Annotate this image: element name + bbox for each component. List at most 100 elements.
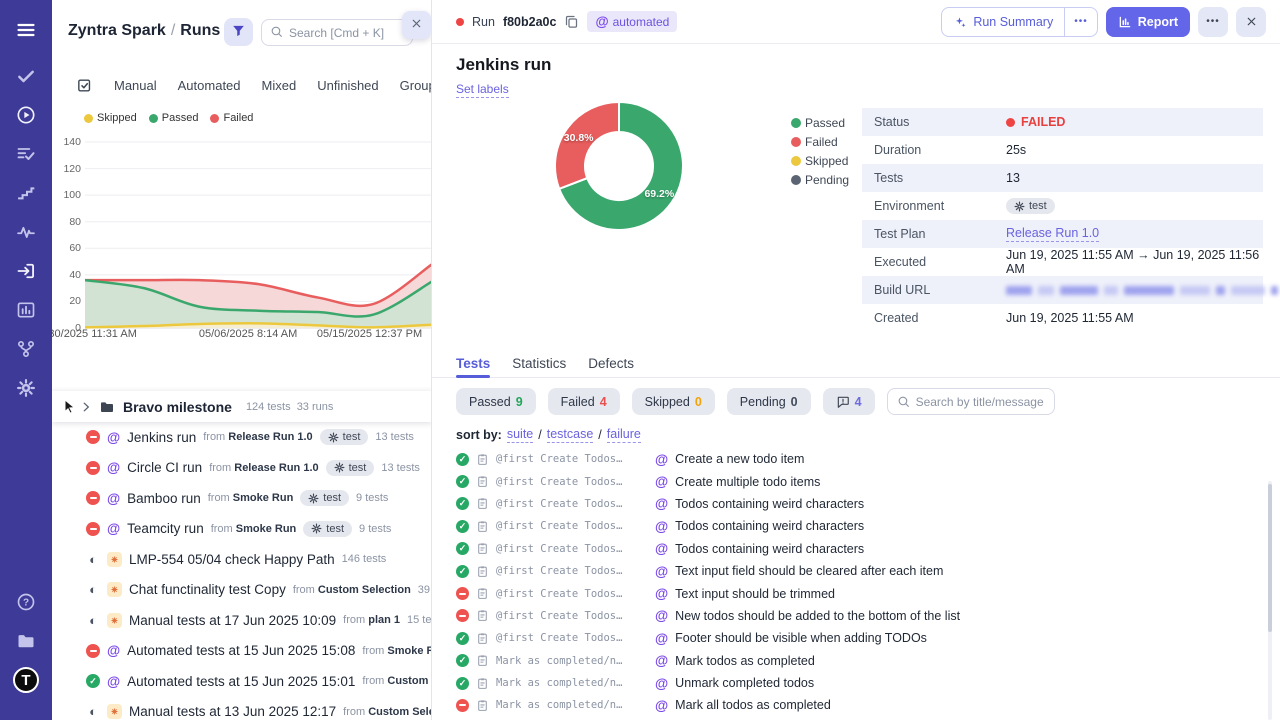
run-row[interactable]: ✓@Automated tests at 15 Jun 2025 15:01fr…	[52, 666, 432, 697]
automated-test-icon: @	[655, 474, 668, 489]
area-chart[interactable]	[85, 132, 432, 342]
tab-automated[interactable]: Automated	[178, 78, 241, 93]
filter-chip-skipped[interactable]: Skipped0	[632, 388, 715, 415]
run-summary-more-button[interactable]: •••	[1064, 8, 1097, 36]
set-labels-link[interactable]: Set labels	[456, 82, 509, 98]
breadcrumb-project[interactable]: Zyntra Spark	[68, 22, 166, 39]
test-row[interactable]: @first Create Todos…@Text input should b…	[456, 582, 1270, 604]
tab-statistics[interactable]: Statistics	[512, 349, 566, 377]
donut-legend-failed[interactable]: Failed	[791, 135, 849, 149]
detail-row-duration: Duration25s	[862, 136, 1263, 164]
more-actions-button[interactable]: •••	[1198, 7, 1228, 37]
filter-button[interactable]	[224, 18, 253, 46]
run-from: from Smoke Run	[362, 645, 432, 657]
test-row[interactable]: ✓@first Create Todos…@Todos containing w…	[456, 493, 1270, 515]
result-donut-chart[interactable]: 69.2%30.8%	[549, 96, 689, 236]
legend-skipped[interactable]: Skipped	[84, 112, 137, 124]
environment-badge: test	[1006, 198, 1055, 214]
legend-failed[interactable]: Failed	[210, 112, 253, 124]
scrollbar-thumb[interactable]	[1268, 484, 1272, 632]
test-row[interactable]: ✓@first Create Todos…@Todos containing w…	[456, 515, 1270, 537]
tests-search-input[interactable]	[916, 395, 1045, 409]
sort-by-suite[interactable]: suite	[507, 427, 533, 443]
run-row[interactable]: @Bamboo runfrom Smoke Runtest9 tests	[52, 483, 432, 514]
runs-search-input[interactable]	[289, 26, 404, 40]
sidebar-button-branch[interactable]	[12, 335, 40, 363]
filter-chip-comments[interactable]: 4	[823, 388, 875, 415]
sidebar-button-sign-in[interactable]	[12, 257, 40, 285]
donut-legend-passed[interactable]: Passed	[791, 116, 849, 130]
test-row[interactable]: ✓@first Create Todos…@Text input field s…	[456, 560, 1270, 582]
detail-label: Environment	[874, 199, 1006, 213]
test-row[interactable]: ✓@first Create Todos…@Todos containing w…	[456, 538, 1270, 560]
run-row[interactable]: @Circle CI runfrom Release Run 1.0test13…	[52, 453, 432, 484]
gear-icon	[311, 523, 322, 534]
tab-defects[interactable]: Defects	[588, 349, 634, 377]
sidebar-button-menu[interactable]	[12, 16, 40, 44]
app-logo: T	[13, 667, 39, 693]
sort-by-failure[interactable]: failure	[607, 427, 641, 443]
automated-test-icon: @	[655, 519, 668, 534]
filter-chip-pending[interactable]: Pending0	[727, 388, 811, 415]
sidebar-button-steps[interactable]	[12, 179, 40, 207]
manual-run-icon	[107, 704, 122, 719]
run-summary-button[interactable]: Run Summary •••	[941, 7, 1097, 37]
sidebar-button-help[interactable]: ?	[12, 588, 40, 616]
donut-slice-label: 69.2%	[644, 188, 674, 200]
status-passed-icon: ✓	[456, 453, 469, 466]
sidebar-button-pulse[interactable]	[12, 218, 40, 246]
run-row[interactable]: ◐Manual tests at 13 Jun 2025 12:17from C…	[52, 697, 432, 720]
select-runs-icon[interactable]	[76, 77, 93, 94]
sidebar-button-list-check[interactable]	[12, 140, 40, 168]
test-row[interactable]: ✓Mark as completed/n…@Unmark completed t…	[456, 672, 1270, 694]
gear-icon	[16, 378, 36, 398]
chart-legend: Skipped Passed Failed	[84, 112, 253, 124]
run-row[interactable]: @Automated tests at 15 Jun 2025 15:08fro…	[52, 636, 432, 667]
milestone-row[interactable]: Bravo milestone124 tests 33 runs	[52, 391, 432, 422]
sidebar-button-logo[interactable]: T	[12, 666, 40, 694]
donut-legend-pending[interactable]: Pending	[791, 173, 849, 187]
sidebar-button-gear[interactable]	[12, 374, 40, 402]
gear-icon	[334, 462, 345, 473]
detail-label: Status	[874, 115, 1006, 129]
run-from: from Smoke Run	[208, 492, 294, 504]
test-row[interactable]: ✓Mark as completed/n…@Mark todos as comp…	[456, 650, 1270, 672]
sort-by-testcase[interactable]: testcase	[547, 427, 594, 443]
run-from-plan: Smoke Run	[387, 645, 432, 657]
test-row[interactable]: ✓@first Create Todos…@Create a new todo …	[456, 448, 1270, 470]
sidebar-button-folder[interactable]	[12, 627, 40, 655]
run-detail-panel: Run f80b2a0c @automated Run Summary ••• …	[432, 0, 1280, 720]
run-row[interactable]: @Teamcity runfrom Smoke Runtest9 tests	[52, 514, 432, 545]
sidebar-button-play-circle[interactable]	[12, 101, 40, 129]
tab-manual[interactable]: Manual	[114, 78, 157, 93]
run-name: Jenkins run	[127, 430, 196, 445]
run-row[interactable]: ◐Chat functinality test Copyfrom Custom …	[52, 575, 432, 606]
copy-icon[interactable]	[564, 14, 579, 29]
search-icon	[897, 395, 910, 408]
run-row[interactable]: ◐LMP-554 05/04 check Happy Path146 tests	[52, 544, 432, 575]
tab-tests[interactable]: Tests	[456, 349, 490, 377]
test-row[interactable]: Mark as completed/n…@Mark all todos as c…	[456, 694, 1270, 716]
sidebar-button-check[interactable]	[12, 62, 40, 90]
filter-chip-passed[interactable]: Passed9	[456, 388, 536, 415]
test-row[interactable]: ✓@first Create Todos…@Footer should be v…	[456, 627, 1270, 649]
filter-chip-failed[interactable]: Failed4	[548, 388, 620, 415]
legend-passed[interactable]: Passed	[149, 112, 199, 124]
sidebar-button-report-box[interactable]	[12, 296, 40, 324]
run-row[interactable]: @Jenkins runfrom Release Run 1.0test13 t…	[52, 422, 432, 453]
run-row[interactable]: ◐Manual tests at 17 Jun 2025 10:09from p…	[52, 605, 432, 636]
test-row[interactable]: @first Create Todos…@New todos should be…	[456, 605, 1270, 627]
gear-icon	[1014, 201, 1025, 212]
panel-close-button[interactable]	[402, 11, 431, 39]
report-button[interactable]: Report	[1106, 7, 1190, 37]
donut-legend-skipped[interactable]: Skipped	[791, 154, 849, 168]
run-from-plan: Smoke Run	[236, 523, 297, 535]
close-detail-button[interactable]	[1236, 7, 1266, 37]
test-plan-link[interactable]: Release Run 1.0	[1006, 226, 1099, 242]
test-row[interactable]: ✓@first Create Todos…@Create multiple to…	[456, 470, 1270, 492]
tab-unfinished[interactable]: Unfinished	[317, 78, 378, 93]
sort-separator: /	[538, 428, 541, 442]
tab-mixed[interactable]: Mixed	[262, 78, 297, 93]
tab-groups[interactable]: Groups	[400, 78, 432, 93]
chevron-right-icon[interactable]	[79, 400, 93, 414]
